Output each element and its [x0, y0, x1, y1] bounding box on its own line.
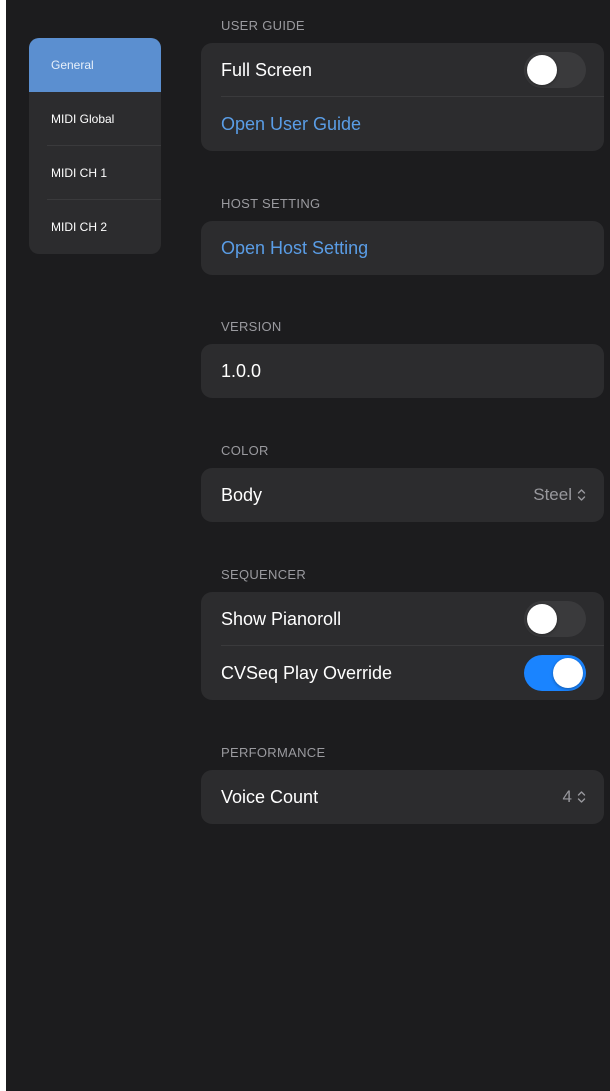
- version-value: 1.0.0: [221, 360, 262, 381]
- show-pianoroll-row: Show Pianoroll: [201, 592, 604, 646]
- cvseq-play-override-row: CVSeq Play Override: [201, 646, 604, 700]
- host-setting-card: Open Host Setting: [201, 221, 604, 275]
- full-screen-label: Full Screen: [221, 59, 313, 80]
- body-label: Body: [221, 484, 263, 505]
- sidebar: General MIDI Global MIDI CH 1 MIDI CH 2: [29, 38, 161, 254]
- open-host-setting-button[interactable]: Open Host Setting: [201, 221, 604, 275]
- color-card: Body Steel: [201, 468, 604, 522]
- user-guide-card: Full Screen Open User Guide: [201, 43, 604, 151]
- show-pianoroll-toggle[interactable]: [524, 601, 586, 637]
- toggle-knob: [553, 658, 583, 688]
- performance-header: PERFORMANCE: [221, 745, 326, 760]
- toggle-knob: [527, 55, 557, 85]
- version-card: 1.0.0: [201, 344, 604, 398]
- chevron-up-down-icon: [577, 791, 586, 803]
- sidebar-item-label: MIDI CH 1: [51, 166, 108, 180]
- open-user-guide-label: Open User Guide: [221, 113, 362, 134]
- full-screen-toggle[interactable]: [524, 52, 586, 88]
- show-pianoroll-label: Show Pianoroll: [221, 608, 342, 629]
- full-screen-row: Full Screen: [201, 43, 604, 97]
- chevron-up-down-icon: [577, 489, 586, 501]
- cvseq-play-override-label: CVSeq Play Override: [221, 662, 393, 683]
- open-host-setting-label: Open Host Setting: [221, 237, 369, 258]
- toggle-knob: [527, 604, 557, 634]
- open-user-guide-button[interactable]: Open User Guide: [201, 97, 604, 151]
- voice-count-label: Voice Count: [221, 786, 319, 807]
- color-header: COLOR: [221, 443, 269, 458]
- body-value: Steel: [533, 485, 572, 504]
- body-value-container: Steel: [533, 485, 586, 505]
- settings-panel: General MIDI Global MIDI CH 1 MIDI CH 2 …: [6, 0, 610, 1091]
- user-guide-header: USER GUIDE: [221, 18, 305, 33]
- cvseq-play-override-toggle[interactable]: [524, 655, 586, 691]
- version-header: VERSION: [221, 319, 282, 334]
- version-row: 1.0.0: [201, 344, 604, 398]
- sidebar-item-label: MIDI Global: [51, 112, 115, 126]
- host-setting-header: HOST SETTING: [221, 196, 321, 211]
- body-color-picker[interactable]: Body Steel: [201, 468, 604, 522]
- sidebar-item-midi-ch-2[interactable]: MIDI CH 2: [29, 200, 161, 254]
- sequencer-header: SEQUENCER: [221, 567, 307, 582]
- performance-card: Voice Count 4: [201, 770, 604, 824]
- sidebar-item-midi-ch-1[interactable]: MIDI CH 1: [29, 146, 161, 200]
- sidebar-item-label: MIDI CH 2: [51, 220, 108, 234]
- sidebar-item-general[interactable]: General: [29, 38, 161, 92]
- voice-count-value-container: 4: [563, 787, 586, 807]
- voice-count-picker[interactable]: Voice Count 4: [201, 770, 604, 824]
- voice-count-value: 4: [562, 787, 572, 806]
- sidebar-item-midi-global[interactable]: MIDI Global: [29, 92, 161, 146]
- sidebar-item-label: General: [51, 58, 94, 72]
- sequencer-card: Show Pianoroll CVSeq Play Override: [201, 592, 604, 700]
